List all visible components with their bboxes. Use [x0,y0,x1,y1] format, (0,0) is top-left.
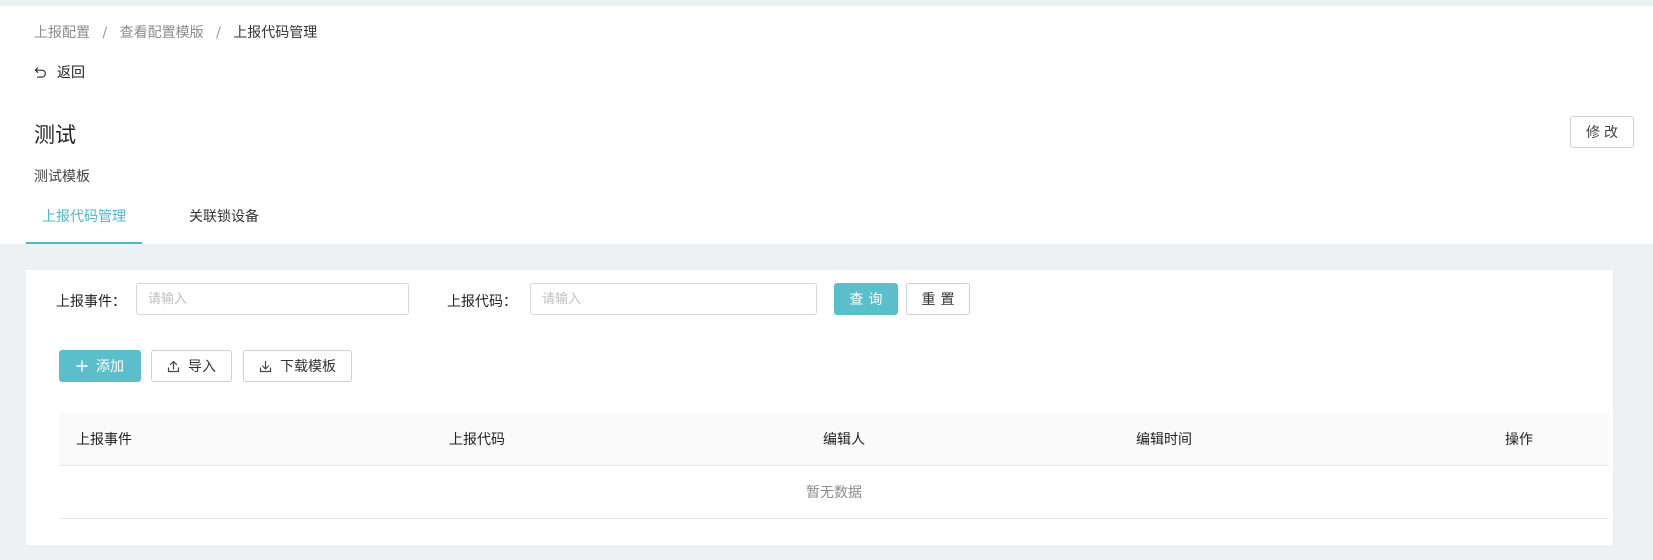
breadcrumb-separator: / [102,25,108,41]
upload-icon [167,360,180,373]
column-header-actions: 操作 [1505,432,1533,448]
content-card: 上报事件： 上报代码： 查询 重置 添加 导入 [26,270,1613,545]
add-button[interactable]: 添加 [59,350,141,382]
tab-linked-lock-devices[interactable]: 关联锁设备 [189,206,259,244]
plus-icon [76,360,88,372]
page-header: 上报配置 / 查看配置模版 / 上报代码管理 返回 测试 测试模板 修改 上报代… [0,6,1653,244]
reset-button[interactable]: 重置 [906,283,970,315]
import-button[interactable]: 导入 [151,350,232,382]
breadcrumb-item-view-template[interactable]: 查看配置模版 [120,25,204,41]
event-filter-input[interactable] [136,283,409,315]
column-header-report-event: 上报事件 [76,432,132,448]
page-description: 测试模板 [34,169,90,185]
breadcrumb-separator: / [216,25,221,41]
reset-button-label: 重置 [921,292,960,308]
undo-arrow-icon [34,66,46,78]
back-button[interactable]: 返回 [34,62,85,82]
page-title: 测试 [34,123,76,147]
column-header-editor: 编辑人 [823,432,865,448]
breadcrumb: 上报配置 / 查看配置模版 / 上报代码管理 [34,22,317,42]
code-filter-input[interactable] [530,283,817,315]
breadcrumb-item-current: 上报代码管理 [233,25,318,41]
event-filter-label: 上报事件： [56,294,126,310]
add-button-label: 添加 [96,359,124,375]
column-header-edit-time: 编辑时间 [1136,432,1192,448]
edit-button[interactable]: 修改 [1570,116,1634,148]
column-header-report-code: 上报代码 [449,432,505,448]
tab-report-code-management[interactable]: 上报代码管理 [26,206,142,244]
back-label: 返回 [57,65,85,81]
table-empty-state: 暂无数据 [59,466,1609,519]
import-button-label: 导入 [188,359,216,375]
query-button-label: 查询 [849,292,888,308]
table-header: 上报事件 上报代码 编辑人 编辑时间 操作 [59,413,1609,466]
download-icon [259,360,272,373]
download-template-button-label: 下载模板 [280,359,336,375]
query-button[interactable]: 查询 [834,283,898,315]
download-template-button[interactable]: 下载模板 [243,350,352,382]
breadcrumb-item-report-config[interactable]: 上报配置 [34,25,90,41]
code-filter-label: 上报代码： [447,294,517,310]
